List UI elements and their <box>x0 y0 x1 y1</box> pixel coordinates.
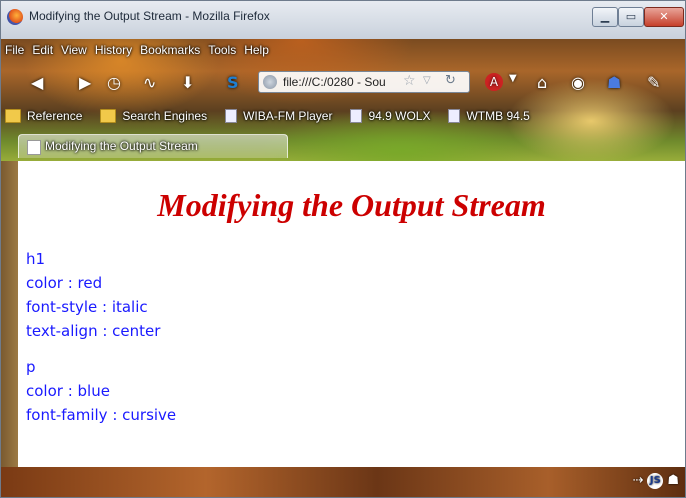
bookmark-wolx[interactable]: 94.9 WOLX <box>346 105 430 127</box>
back-icon[interactable]: ◀ <box>31 73 43 92</box>
page-icon <box>225 109 238 123</box>
menu-file[interactable]: File <box>5 39 24 61</box>
tab-modifying-output-stream[interactable]: Modifying the Output Stream <box>18 134 288 158</box>
menu-history[interactable]: History <box>95 39 132 61</box>
firefox-icon <box>7 9 23 25</box>
bookmark-reference[interactable]: Reference <box>1 105 82 127</box>
close-button[interactable]: ✕ <box>644 7 684 27</box>
menu-view[interactable]: View <box>61 39 87 61</box>
adblock-icon[interactable]: A <box>485 73 503 91</box>
page-heading: Modifying the Output Stream <box>157 187 546 223</box>
reload-icon[interactable]: ↻ <box>445 73 456 88</box>
status-bar: ⇢ JS ☗ <box>1 467 685 497</box>
tools-icon[interactable]: ✎ <box>647 73 660 92</box>
bookmark-label: WIBA-FM Player <box>243 109 333 123</box>
menu-help[interactable]: Help <box>244 39 269 61</box>
eye-icon[interactable]: ◉ <box>571 73 585 92</box>
menu-edit[interactable]: Edit <box>32 39 53 61</box>
bookmark-label: Search Engines <box>122 109 208 123</box>
page-icon <box>350 109 363 123</box>
dropdown-arrow-icon[interactable]: ▽ <box>423 75 431 86</box>
ghostery-icon[interactable]: ☗ <box>667 473 679 489</box>
h1-rule-color: color : red <box>26 274 103 292</box>
page-icon <box>448 109 461 123</box>
window-title: Modifying the Output Stream - Mozilla Fi… <box>29 9 270 23</box>
p-rule-font-family: font-family : cursive <box>26 406 177 424</box>
menu-bookmarks[interactable]: Bookmarks <box>140 39 200 61</box>
bookmarks-bar: Reference Search Engines WIBA-FM Player … <box>1 105 544 127</box>
minimize-button[interactable]: ▁ <box>592 7 618 27</box>
home-icon[interactable]: ⌂ <box>537 73 547 92</box>
folder-icon <box>5 109 21 123</box>
bookmark-wiba-fm[interactable]: WIBA-FM Player <box>221 105 332 127</box>
download-icon[interactable]: ⬇ <box>181 73 194 92</box>
history-clock-icon[interactable]: ◷ <box>107 73 121 92</box>
bookmark-label: Reference <box>27 109 83 123</box>
rss-icon[interactable]: ∿ <box>143 73 156 92</box>
url-bar[interactable]: file:///C:/0280 - Sou ☆ ▽ ↻ <box>258 71 470 93</box>
css-rules: h1 color : red font-style : italic text-… <box>26 247 176 427</box>
content-left-edge <box>1 161 18 467</box>
h1-selector: h1 <box>26 250 46 268</box>
title-bar: Modifying the Output Stream - Mozilla Fi… <box>1 1 685 39</box>
menu-tools[interactable]: Tools <box>208 39 236 61</box>
bookmark-wtmb[interactable]: WTMB 94.5 <box>444 105 530 127</box>
connection-icon[interactable]: ⇢ <box>632 473 643 489</box>
h1-rule-text-align: text-align : center <box>26 322 161 340</box>
ghost-icon[interactable]: ☗ <box>607 73 621 92</box>
forward-icon[interactable]: ▶ <box>79 73 91 92</box>
globe-icon <box>263 75 277 89</box>
url-text[interactable]: file:///C:/0280 - Sou <box>283 75 386 89</box>
page-content: Modifying the Output Stream h1 color : r… <box>18 161 685 467</box>
bookmark-label: WTMB 94.5 <box>466 109 530 123</box>
adblock-dropdown-icon[interactable]: ▼ <box>509 73 517 84</box>
maximize-button[interactable]: ▭ <box>618 7 644 27</box>
skype-icon[interactable]: S <box>227 73 239 92</box>
p-rule-color: color : blue <box>26 382 110 400</box>
status-icons: ⇢ JS ☗ <box>632 473 679 489</box>
bookmark-search-engines[interactable]: Search Engines <box>96 105 207 127</box>
bookmark-label: 94.9 WOLX <box>368 109 431 123</box>
tab-strip: Modifying the Output Stream <box>1 131 685 159</box>
folder-icon <box>100 109 117 123</box>
browser-window: Modifying the Output Stream - Mozilla Fi… <box>0 0 686 498</box>
noscript-icon[interactable]: JS <box>647 473 664 489</box>
menu-bar: File Edit View History Bookmarks Tools H… <box>1 39 269 61</box>
page-icon <box>27 140 41 155</box>
h1-rule-font-style: font-style : italic <box>26 298 148 316</box>
p-selector: p <box>26 358 36 376</box>
tab-label: Modifying the Output Stream <box>45 139 198 153</box>
bookmark-star-icon[interactable]: ☆ <box>403 73 416 89</box>
